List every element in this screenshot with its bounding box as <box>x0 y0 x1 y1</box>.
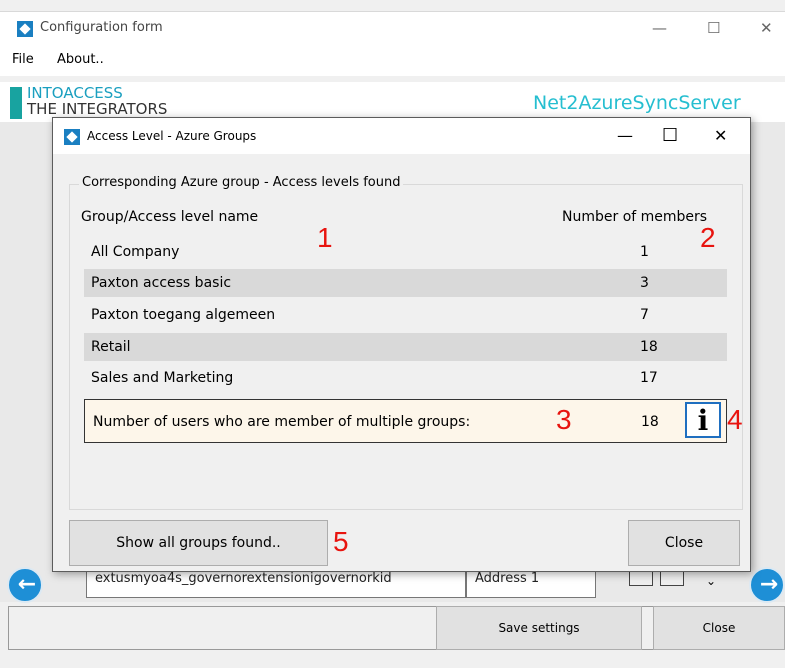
maximize-button[interactable]: ☐ <box>707 19 720 37</box>
access-level-dialog: Access Level - Azure Groups — ☐ ✕ Corres… <box>52 117 751 572</box>
menu-file[interactable]: File <box>12 52 34 67</box>
group-name: Paxton access basic <box>91 275 232 291</box>
logo-text-line2: THE INTEGRATORS <box>27 100 168 118</box>
small-toolbar-button[interactable] <box>660 570 684 586</box>
list-item[interactable]: Sales and Marketing 17 <box>84 364 727 392</box>
dialog-close-button[interactable]: Close <box>628 520 740 566</box>
multiple-groups-summary: Number of users who are member of multip… <box>84 399 727 443</box>
annotation-3: 3 <box>556 404 572 435</box>
dialog-title: Access Level - Azure Groups <box>87 129 257 143</box>
app-icon <box>17 21 33 37</box>
arrow-left-icon: ← <box>17 572 37 597</box>
group-name: Retail <box>91 339 131 355</box>
list-item[interactable]: Retail 18 <box>84 333 727 361</box>
close-window-button[interactable]: ✕ <box>760 19 773 37</box>
dialog-minimize-button[interactable]: — <box>617 126 633 145</box>
close-main-button[interactable]: Close <box>653 606 785 650</box>
chevron-down-icon[interactable]: ⌄ <box>706 574 716 588</box>
previous-arrow-button[interactable]: ← <box>7 567 43 603</box>
save-settings-button[interactable]: Save settings <box>436 606 642 650</box>
group-name: All Company <box>91 244 180 260</box>
column-header-name: Group/Access level name <box>81 209 259 225</box>
annotation-4: 4 <box>727 404 743 435</box>
annotation-1: 1 <box>317 222 333 253</box>
list-item[interactable]: Paxton access basic 3 <box>84 269 727 297</box>
small-toolbar-button[interactable] <box>629 570 653 586</box>
member-count: 18 <box>640 339 658 355</box>
dialog-close-x-button[interactable]: ✕ <box>714 126 727 145</box>
dialog-maximize-button[interactable]: ☐ <box>662 125 678 146</box>
minimize-button[interactable]: — <box>652 19 667 37</box>
next-arrow-button[interactable]: → <box>749 567 785 603</box>
list-item[interactable]: All Company 1 <box>84 238 727 266</box>
logo-mark-icon <box>10 87 22 119</box>
member-count: 1 <box>640 244 649 260</box>
group-name: Sales and Marketing <box>91 370 234 386</box>
annotation-2: 2 <box>700 222 716 253</box>
multiple-groups-count: 18 <box>641 414 659 430</box>
menu-about[interactable]: About.. <box>57 52 104 67</box>
member-count: 3 <box>640 275 649 291</box>
main-window-title: Configuration form <box>40 20 163 35</box>
info-icon[interactable]: i <box>685 402 721 438</box>
app-name-label: Net2AzureSyncServer <box>533 92 741 114</box>
menu-bar <box>0 44 785 76</box>
arrow-right-icon: → <box>759 572 779 597</box>
member-count: 7 <box>640 307 649 323</box>
list-item[interactable]: Paxton toegang algemeen 7 <box>84 301 727 329</box>
group-name: Paxton toegang algemeen <box>91 307 276 323</box>
dialog-app-icon <box>64 129 80 145</box>
member-count: 17 <box>640 370 658 386</box>
annotation-5: 5 <box>333 526 349 557</box>
column-header-count: Number of members <box>562 209 708 225</box>
show-all-groups-button[interactable]: Show all groups found.. <box>69 520 328 566</box>
groupbox-title: Corresponding Azure group - Access level… <box>79 175 404 190</box>
multiple-groups-label: Number of users who are member of multip… <box>93 414 471 430</box>
